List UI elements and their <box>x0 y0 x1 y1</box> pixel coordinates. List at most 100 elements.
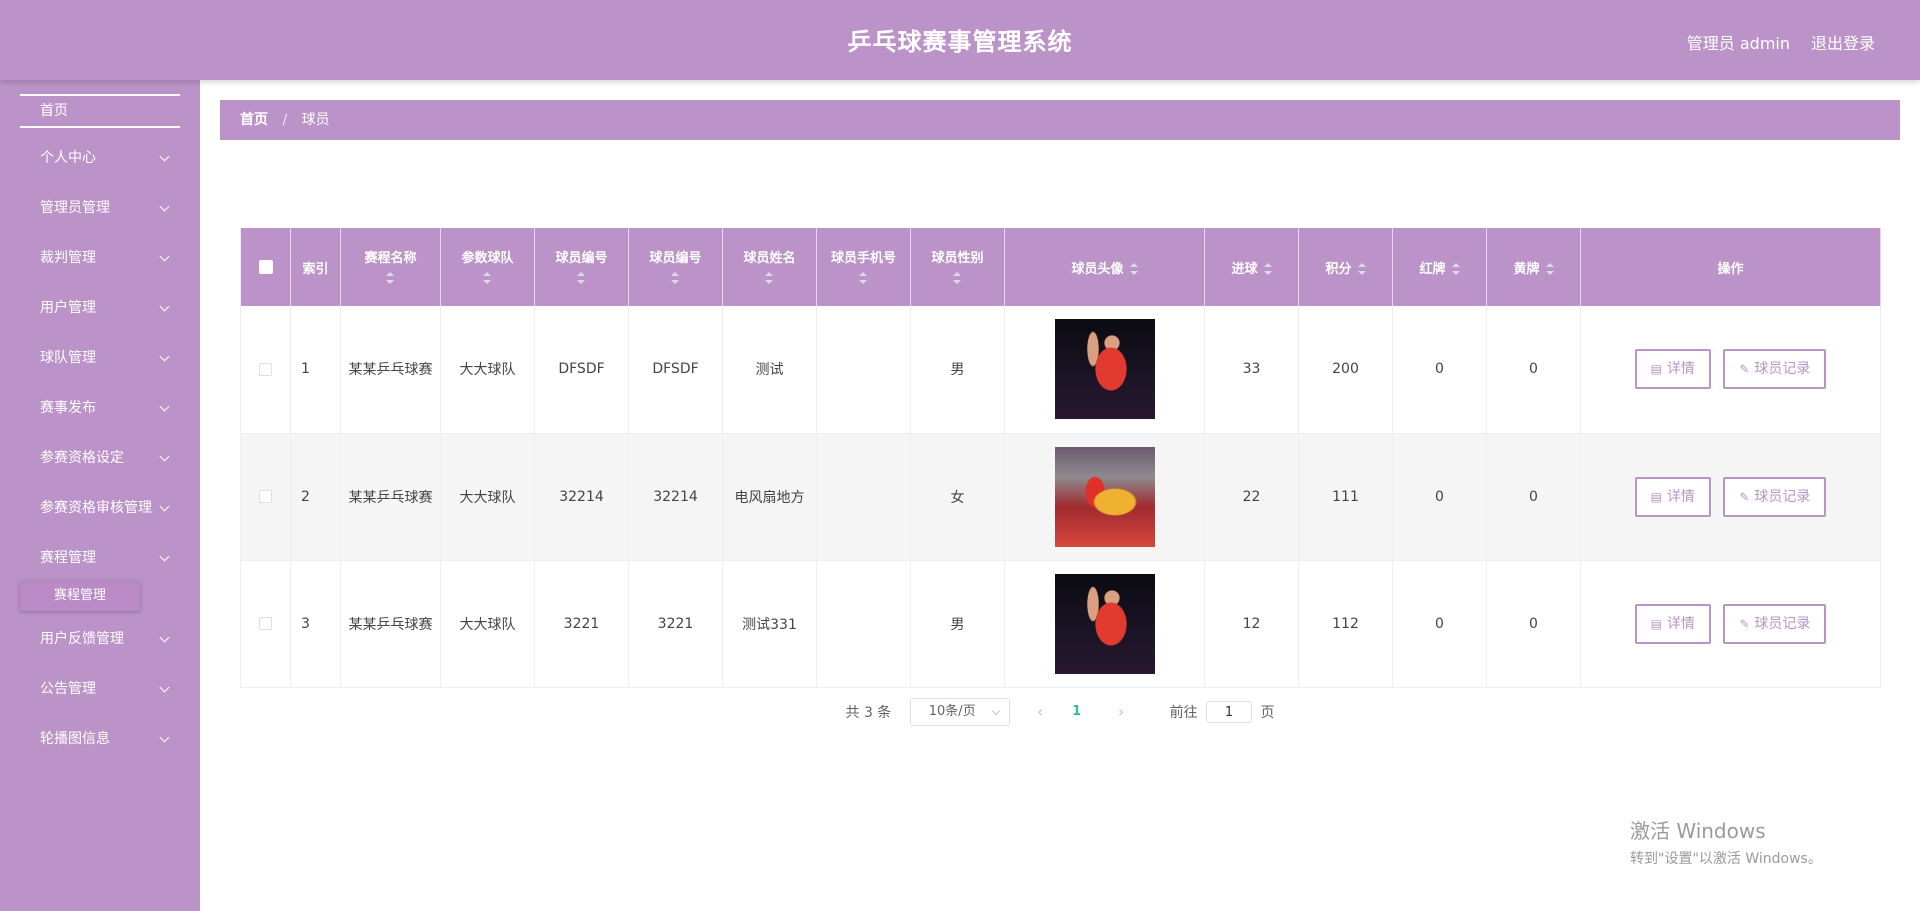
row-checkbox[interactable] <box>259 362 272 376</box>
column-header-team[interactable]: 参数球队 <box>440 228 535 306</box>
sidebar-item-label: 赛事发布 <box>40 400 96 416</box>
cell-team: 大大球队 <box>440 560 535 688</box>
page-size-select[interactable]: 10条/页 <box>909 698 1010 726</box>
column-header-match-name[interactable]: 赛程名称 <box>340 228 441 306</box>
column-header-yellow-card[interactable]: 黄牌 <box>1486 228 1581 306</box>
sidebar-item-eligibility-review[interactable]: 参赛资格审核管理 <box>0 488 200 528</box>
cell-goals: 22 <box>1204 433 1299 561</box>
chevron-down-icon <box>159 732 170 743</box>
detail-button[interactable]: ▤ 详情 <box>1634 476 1711 517</box>
sidebar-item-event-publish[interactable]: 赛事发布 <box>0 388 200 428</box>
goto-page-input[interactable] <box>1206 701 1253 723</box>
column-header-player-no-2[interactable]: 球员编号 <box>628 228 723 306</box>
sidebar-item-team-management[interactable]: 球队管理 <box>0 338 200 378</box>
sidebar-item-carousel-info[interactable]: 轮播图信息 <box>0 719 200 759</box>
page-number-button[interactable]: 1 <box>1063 698 1091 726</box>
pagination: 共 3 条 10条/页 ‹ 1 › 前往 页 <box>240 698 1880 730</box>
sidebar-subitem-schedule-management[interactable]: 赛程管理 <box>20 581 140 611</box>
cell-goals: 33 <box>1204 306 1299 434</box>
cell-gender: 男 <box>910 306 1005 434</box>
cell-match-name: 某某乒乓球赛 <box>340 306 441 434</box>
column-header-phone[interactable]: 球员手机号 <box>816 228 911 306</box>
sort-icon[interactable] <box>577 272 586 284</box>
sidebar-item-personal-center[interactable]: 个人中心 <box>0 138 200 178</box>
sort-icon[interactable] <box>859 272 868 284</box>
sidebar-item-label: 个人中心 <box>40 150 96 166</box>
sidebar-item-schedule-management[interactable]: 赛程管理 <box>0 538 200 578</box>
sort-icon[interactable] <box>1129 263 1138 275</box>
column-header-player-no[interactable]: 球员编号 <box>534 228 629 306</box>
sidebar-item-label: 裁判管理 <box>40 250 96 266</box>
column-header-index: 索引 <box>290 228 341 306</box>
row-checkbox[interactable] <box>259 490 272 503</box>
select-all-cell <box>240 228 291 306</box>
cell-yellow-card: 0 <box>1486 560 1581 688</box>
sidebar-item-admin-management[interactable]: 管理员管理 <box>0 188 200 228</box>
sidebar-item-label: 公告管理 <box>40 681 96 697</box>
sidebar-item-label: 参赛资格审核管理 <box>40 500 152 516</box>
document-icon: ▤ <box>1650 362 1662 377</box>
sidebar-item-referee-management[interactable]: 裁判管理 <box>0 238 200 278</box>
player-record-button[interactable]: ✎ 球员记录 <box>1723 349 1827 390</box>
sort-icon[interactable] <box>1545 263 1554 275</box>
logout-button[interactable]: 退出登录 <box>1811 30 1875 54</box>
current-user-label: 管理员 admin <box>1686 34 1790 53</box>
cell-player-name: 测试 <box>722 306 817 434</box>
detail-button[interactable]: ▤ 详情 <box>1634 349 1711 390</box>
chevron-down-icon <box>159 451 170 462</box>
sort-icon[interactable] <box>765 272 774 284</box>
sort-icon[interactable] <box>953 272 962 284</box>
sort-icon[interactable] <box>1357 263 1366 275</box>
column-header-red-card[interactable]: 红牌 <box>1392 228 1487 306</box>
sort-icon[interactable] <box>483 272 492 284</box>
table-row: 3 某某乒乓球赛 大大球队 3221 3221 测试331 男 12 112 0… <box>240 560 1881 688</box>
player-table: 索引 赛程名称 参数球队 球员编号 球员编号 球员姓名 球员手机号 球员性别 球… <box>240 228 1881 688</box>
next-page-button[interactable]: › <box>1107 698 1135 726</box>
sidebar-item-label: 管理员管理 <box>40 200 110 216</box>
cell-player-name: 测试331 <box>722 560 817 688</box>
prev-page-button[interactable]: ‹ <box>1026 698 1054 726</box>
windows-activation-watermark: 激活 Windows 转到"设置"以激活 Windows。 <box>1630 815 1822 868</box>
player-record-button[interactable]: ✎ 球员记录 <box>1723 603 1827 644</box>
player-avatar-image <box>1054 573 1155 674</box>
detail-button[interactable]: ▤ 详情 <box>1634 603 1711 644</box>
goto-suffix: 页 <box>1260 705 1275 721</box>
edit-icon: ✎ <box>1739 616 1750 631</box>
cell-player-no-2: 3221 <box>628 560 723 688</box>
sidebar-item-home[interactable]: 首页 <box>20 94 180 128</box>
cell-red-card: 0 <box>1392 433 1487 561</box>
table-row: 1 某某乒乓球赛 大大球队 DFSDF DFSDF 测试 男 33 200 0 … <box>240 306 1881 434</box>
edit-icon: ✎ <box>1739 362 1750 377</box>
column-header-actions: 操作 <box>1580 228 1881 306</box>
cell-match-name: 某某乒乓球赛 <box>340 560 441 688</box>
cell-phone <box>816 433 911 561</box>
sidebar-item-eligibility-settings[interactable]: 参赛资格设定 <box>0 438 200 478</box>
sidebar-item-label: 用户管理 <box>40 300 96 316</box>
sidebar-item-label: 轮播图信息 <box>40 731 110 747</box>
column-header-player-name[interactable]: 球员姓名 <box>722 228 817 306</box>
sort-icon[interactable] <box>671 272 680 284</box>
breadcrumb: 首页 / 球员 <box>220 100 1900 140</box>
cell-red-card: 0 <box>1392 306 1487 434</box>
column-header-avatar[interactable]: 球员头像 <box>1004 228 1205 306</box>
sort-icon[interactable] <box>1263 263 1272 275</box>
chevron-down-icon <box>159 251 170 262</box>
pagination-total: 共 3 条 <box>845 705 892 721</box>
sidebar-item-feedback-management[interactable]: 用户反馈管理 <box>0 619 200 659</box>
breadcrumb-home[interactable]: 首页 <box>240 112 268 128</box>
column-header-gender[interactable]: 球员性别 <box>910 228 1005 306</box>
row-checkbox[interactable] <box>259 617 272 630</box>
sidebar-item-user-management[interactable]: 用户管理 <box>0 288 200 328</box>
sort-icon[interactable] <box>1451 263 1460 275</box>
player-record-button[interactable]: ✎ 球员记录 <box>1723 476 1827 517</box>
cell-index: 1 <box>290 306 341 434</box>
sort-icon[interactable] <box>386 272 395 284</box>
breadcrumb-current: 球员 <box>301 112 330 128</box>
sidebar-item-notice-management[interactable]: 公告管理 <box>0 669 200 709</box>
player-avatar-image <box>1054 319 1155 420</box>
column-header-goals[interactable]: 进球 <box>1204 228 1299 306</box>
select-all-checkbox[interactable] <box>258 260 273 274</box>
cell-player-name: 电风扇地方 <box>722 433 817 561</box>
column-header-points[interactable]: 积分 <box>1298 228 1393 306</box>
app-title: 乒乓球赛事管理系统 <box>847 28 1073 56</box>
